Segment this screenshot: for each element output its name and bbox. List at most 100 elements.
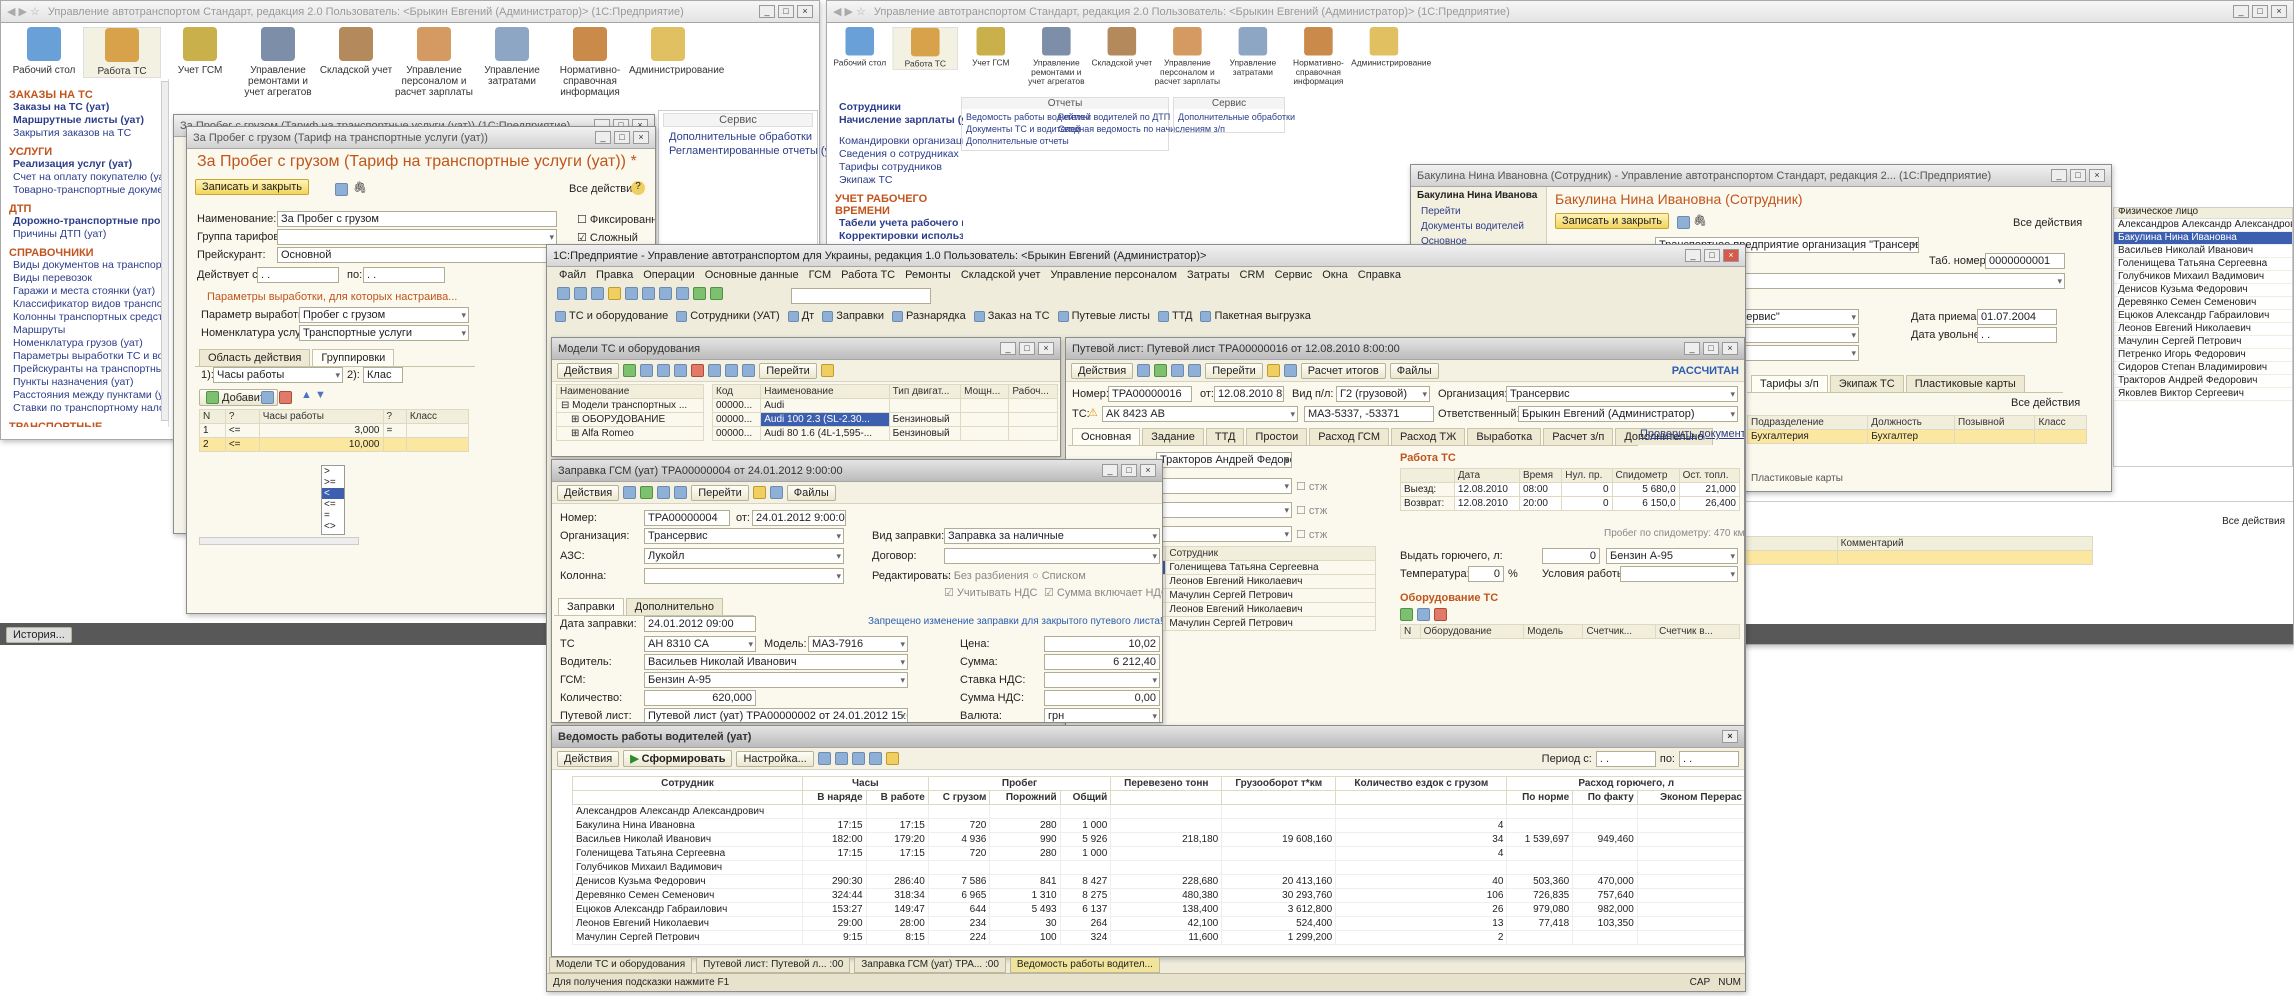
section-6[interactable]: Управление затратами <box>473 27 551 87</box>
op-option[interactable]: <= <box>322 499 344 510</box>
list-item[interactable]: Петренко Игорь Федорович <box>2114 349 2292 362</box>
nav-item[interactable]: Корректировки использования ... <box>835 230 963 243</box>
tab-employee-2[interactable]: Пластиковые карты <box>1905 375 2025 392</box>
fuel-vat-opt2[interactable]: ☑ Сумма включает НДС <box>1044 586 1162 599</box>
maximize-icon[interactable]: □ <box>778 5 794 18</box>
nav-item[interactable]: Виды документов на транспортные средст..… <box>9 259 168 272</box>
tariff-price-input[interactable]: Основной <box>277 247 557 263</box>
period-to-input[interactable]: . . <box>1679 750 1739 767</box>
employee-fire-input[interactable]: . . <box>1977 327 2057 343</box>
table-row[interactable]: Леонов Евгений Николаевич <box>1155 574 1376 589</box>
table-row[interactable]: 1 <= 3,000 = <box>199 423 470 438</box>
nav-item[interactable]: Маршруты <box>9 324 160 337</box>
employee-save-close-button[interactable]: Записать и закрыть <box>1555 213 1670 229</box>
nav-item[interactable]: Виды перевозок <box>9 272 160 285</box>
table-cell[interactable]: 5 680,0 <box>1611 482 1680 497</box>
table-row[interactable]: Мачулин Сергей Петрович <box>1155 588 1376 603</box>
table-row[interactable]: Васильев Николай Иванович 182:00 179:20 4 9… <box>572 832 1744 847</box>
maximize-icon[interactable]: □ <box>614 131 630 144</box>
post-icon[interactable] <box>640 486 654 499</box>
section-1[interactable]: Работа ТС <box>892 27 959 70</box>
undo-icon[interactable] <box>693 287 706 300</box>
report-dtp[interactable]: Рейтинг водителей по ДТП <box>1058 112 1170 122</box>
table-cell[interactable]: 26,400 <box>1678 496 1741 511</box>
nav-item[interactable]: Ставки по транспортному налогу (уат) <box>9 402 168 415</box>
table-cell[interactable]: 08:00 <box>1518 482 1563 497</box>
table-row[interactable]: 00000... Audi <box>711 398 1058 413</box>
tariff-all-actions[interactable]: Все действия <box>569 183 638 195</box>
tab-waybill-5[interactable]: Расход ТЖ <box>1391 428 1466 445</box>
list-item[interactable]: Сидоров Степан Владимирович <box>2114 362 2292 375</box>
right-service-additional[interactable]: Дополнительные обработки <box>1178 112 1295 122</box>
save-icon[interactable] <box>335 183 348 196</box>
list-item[interactable]: Васильев Николай Иванович <box>2114 245 2292 258</box>
structure-icon[interactable] <box>1188 364 1202 377</box>
section-2[interactable]: Учет ГСМ <box>958 27 1024 68</box>
list-item[interactable]: Бакулина Нина Ивановна <box>2114 232 2292 245</box>
unpost-icon[interactable] <box>657 486 671 499</box>
quick-item[interactable]: Путевые листы <box>1057 307 1150 325</box>
down-icon[interactable]: ▼ <box>315 389 326 401</box>
fuel-column-input[interactable] <box>644 568 844 584</box>
wb-field-4[interactable] <box>1156 526 1292 542</box>
table-row[interactable]: Голенищева Татьяна Сергеевна 17:15 17:15 72… <box>572 846 1744 861</box>
temp-input[interactable]: 0 <box>1468 566 1504 582</box>
table-row[interactable]: Голубчиков Михаил Вадимович <box>572 860 1744 875</box>
add-icon[interactable] <box>1400 608 1413 621</box>
delete-icon[interactable] <box>691 364 705 377</box>
fuel-type-input[interactable]: Бензин А-95 <box>1606 548 1738 564</box>
section-5[interactable]: Управление персоналом и расчет зарплаты <box>1155 27 1221 87</box>
section-2[interactable]: Учет ГСМ <box>161 27 239 76</box>
wb-num-input[interactable]: ТРА00000016 <box>1108 386 1192 402</box>
report-additional[interactable]: Дополнительные отчеты <box>966 136 1069 146</box>
section-8[interactable]: Администрирование <box>629 27 724 76</box>
tab-waybill-4[interactable]: Расход ГСМ <box>1309 428 1390 445</box>
nav-item[interactable]: Сведения о сотрудниках <box>835 148 963 161</box>
nav-item[interactable]: Начисление зарплаты (уат) <box>835 114 963 127</box>
table-cell[interactable]: 0 <box>1561 496 1613 511</box>
op-option[interactable]: = <box>322 510 344 521</box>
copy-icon[interactable] <box>642 287 655 300</box>
minimize-icon[interactable]: _ <box>2233 5 2249 18</box>
copy-icon[interactable] <box>657 364 671 377</box>
list-item[interactable]: Тракторов Андрей Федорович <box>2114 375 2292 388</box>
report-icon-1[interactable] <box>817 752 831 765</box>
menu-item[interactable]: Правка <box>596 269 633 283</box>
open-icon[interactable] <box>574 287 587 300</box>
period-from-input[interactable]: . . <box>1595 750 1656 767</box>
tab-employee-1[interactable]: Экипаж ТС <box>1829 375 1904 392</box>
nav-item[interactable]: Счет на оплату покупателю (уат) <box>9 171 168 184</box>
table-row[interactable]: Бухгалтерия Бухгалтер <box>1746 429 2087 444</box>
complex-checkbox[interactable]: ☑ Сложный <box>577 231 638 244</box>
wb-ts-input[interactable]: АК 8423 АВ <box>1102 406 1298 422</box>
table-row[interactable]: Леонов Евгений Николаевич 29:00 28:00 234 30… <box>572 916 1744 931</box>
menu-item[interactable]: Сервис <box>1275 269 1313 283</box>
wb-org-input[interactable]: Трансервис <box>1506 386 1738 402</box>
quick-item[interactable]: Пакетная выгрузка <box>1200 307 1311 325</box>
nav-item[interactable]: Прейскуранты на транспортные услуги (уат… <box>9 363 168 376</box>
quick-item[interactable]: Дт <box>787 307 814 325</box>
quick-item[interactable]: Разнарядка <box>891 307 966 325</box>
close-icon[interactable]: × <box>1140 464 1156 477</box>
maximize-icon[interactable]: □ <box>1704 249 1720 262</box>
wb-resp-input[interactable]: Брыкин Евгений (Администратор) <box>1518 406 1738 422</box>
vatsum-input[interactable]: 0,00 <box>1044 690 1160 706</box>
table-row[interactable]: Возврат: 12.08.2010 20:00 0 6 150,0 26,400 <box>1400 496 1741 511</box>
quick-item[interactable]: Сотрудники (УАТ) <box>676 307 780 325</box>
new-icon[interactable] <box>557 287 570 300</box>
tab-waybill-2[interactable]: ТТД <box>1205 428 1245 445</box>
nav-item[interactable]: Товарно-транспортные документы (уат) <box>9 184 168 197</box>
section-1[interactable]: Работа ТС <box>83 27 161 78</box>
section-3[interactable]: Управление ремонтами и учет агрегатов <box>1024 27 1090 87</box>
report-actions-button[interactable]: Действия <box>557 750 620 767</box>
table-cell[interactable]: 12.08.2010 <box>1453 482 1520 497</box>
maximize-icon[interactable]: □ <box>1121 464 1137 477</box>
taskbar-item[interactable]: Заправка ГСМ (уат) ТРА... :00 <box>854 957 1006 973</box>
close-icon[interactable]: × <box>633 131 649 144</box>
fuel-contract-input[interactable] <box>944 548 1160 564</box>
delete-icon[interactable] <box>279 391 292 404</box>
print-icon[interactable] <box>1283 364 1297 377</box>
menu-item[interactable]: Работа ТС <box>841 269 895 283</box>
price-input[interactable]: 10,02 <box>1044 636 1160 652</box>
minimize-icon[interactable]: _ <box>1102 464 1118 477</box>
